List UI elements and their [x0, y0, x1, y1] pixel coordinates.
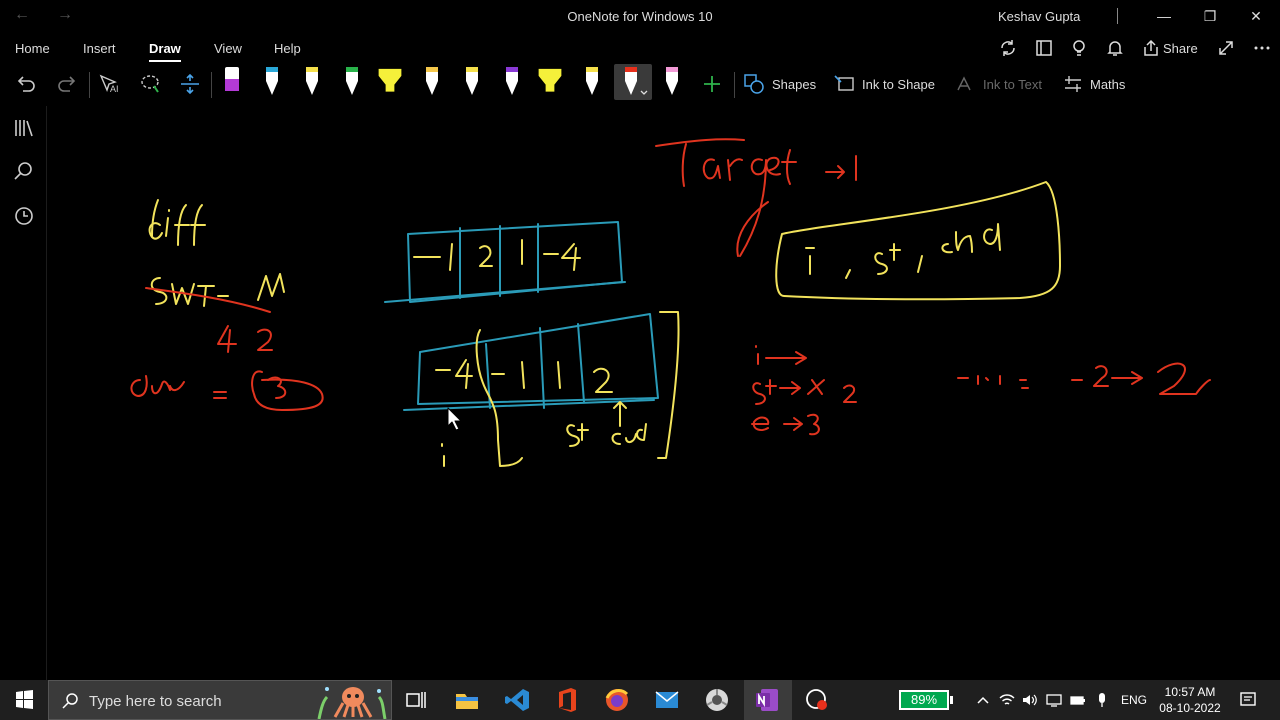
volume-icon[interactable]: [1020, 691, 1038, 709]
title-bar: ← → OneNote for Windows 10 Keshav Gupta …: [0, 0, 1280, 34]
tab-draw[interactable]: Draw: [149, 41, 181, 62]
redo-icon[interactable]: [55, 72, 79, 96]
maths-button[interactable]: Maths: [1090, 77, 1125, 92]
tab-insert[interactable]: Insert: [83, 41, 116, 56]
add-pen-icon[interactable]: [700, 72, 724, 96]
shapes-icon[interactable]: [742, 72, 766, 96]
note-canvas[interactable]: [48, 106, 1280, 680]
lasso-select-icon[interactable]: [138, 72, 162, 96]
share-button[interactable]: Share: [1163, 41, 1198, 56]
left-rail: [0, 106, 47, 680]
ink-callout-box: [775, 181, 1061, 301]
pen-green-icon[interactable]: [338, 64, 366, 100]
lightbulb-icon[interactable]: [1069, 38, 1089, 58]
system-clock[interactable]: 10:57 AM 08-10-2022: [1150, 684, 1230, 716]
tab-home[interactable]: Home: [15, 41, 50, 56]
ink-target: [655, 138, 857, 257]
search-icon[interactable]: [12, 159, 36, 183]
svg-text:AI: AI: [110, 84, 119, 94]
windows-taskbar: Type here to search 89% ENG 10:57 AM 08-…: [0, 680, 1280, 720]
ink-red-notes: [751, 345, 1211, 436]
pen-yellow-2-icon[interactable]: [418, 64, 446, 100]
octopus-search-highlight-icon: [317, 687, 387, 719]
onenote-icon[interactable]: [753, 686, 781, 714]
pen-violet-icon[interactable]: [498, 64, 526, 100]
toolbar-separator: [89, 72, 90, 98]
input-language[interactable]: ENG: [1121, 693, 1147, 707]
ink-struck-word: [150, 273, 285, 307]
notebooks-icon[interactable]: [12, 116, 36, 140]
chrome-canary-icon[interactable]: [703, 686, 731, 714]
wifi-icon[interactable]: [998, 691, 1016, 709]
battery-percent: 89%: [910, 692, 938, 707]
pen-pink-icon[interactable]: [658, 64, 686, 100]
tab-help[interactable]: Help: [274, 41, 301, 56]
pen-yellow-4-icon[interactable]: [578, 64, 606, 100]
ink-array-top: [384, 221, 626, 303]
taskbar-search-box[interactable]: Type here to search: [48, 680, 392, 720]
minimize-icon[interactable]: —: [1154, 6, 1174, 26]
shapes-button[interactable]: Shapes: [772, 77, 816, 92]
expand-icon[interactable]: [1216, 38, 1236, 58]
screen-recorder-icon[interactable]: [803, 686, 831, 714]
window-title: OneNote for Windows 10: [567, 9, 713, 24]
close-icon[interactable]: ✕: [1246, 6, 1266, 26]
toolbar-separator: [211, 72, 212, 98]
draw-toolbar: AI Shapes Ink to Shape Ink to Text Maths: [0, 62, 1280, 106]
title-separator: [1117, 8, 1118, 24]
page-view-icon[interactable]: [1034, 38, 1054, 58]
type-select-icon[interactable]: AI: [97, 72, 121, 96]
pen-blue-icon[interactable]: [258, 64, 286, 100]
ink-array-top-values: [413, 239, 581, 271]
recent-notes-icon[interactable]: [12, 204, 36, 228]
bell-icon[interactable]: [1105, 38, 1125, 58]
firefox-icon[interactable]: [603, 686, 631, 714]
ink-array-bottom-values: [435, 311, 680, 467]
ink-diff: [148, 199, 206, 246]
pen-red-icon[interactable]: [614, 64, 652, 100]
ink-to-shape-icon[interactable]: [833, 72, 857, 96]
maths-icon[interactable]: [1061, 72, 1085, 96]
restore-icon[interactable]: ❐: [1200, 6, 1220, 26]
highlighter-yellow-icon[interactable]: [376, 64, 404, 100]
add-space-icon[interactable]: [178, 72, 202, 96]
microphone-icon[interactable]: [1093, 691, 1111, 709]
display-icon[interactable]: [1045, 691, 1063, 709]
toolbar-separator: [734, 72, 735, 98]
user-name[interactable]: Keshav Gupta: [998, 9, 1080, 24]
sync-icon[interactable]: [998, 38, 1018, 58]
battery-indicator[interactable]: 89%: [899, 690, 953, 710]
pen-yellow-3-icon[interactable]: [458, 64, 486, 100]
notifications-icon[interactable]: [1238, 690, 1258, 710]
pen-purple-icon[interactable]: [218, 64, 246, 100]
ink-st-end: [441, 401, 647, 467]
ink-drawing: [130, 138, 1211, 467]
mail-icon[interactable]: [653, 686, 681, 714]
highlighter-yellow-2-icon[interactable]: [536, 64, 564, 100]
office-icon[interactable]: [553, 686, 581, 714]
pen-yellow-icon[interactable]: [298, 64, 326, 100]
ink-ans-3: [130, 370, 324, 411]
chevron-up-icon[interactable]: [974, 691, 992, 709]
ink-to-text-icon[interactable]: [954, 72, 978, 96]
ink-red-4-2: [217, 325, 273, 353]
search-placeholder: Type here to search: [89, 693, 222, 710]
share-icon[interactable]: [1141, 38, 1161, 58]
windows-start-icon[interactable]: [0, 680, 48, 720]
ink-array-bottom: [403, 313, 659, 411]
search-icon: [62, 693, 78, 709]
task-view-icon[interactable]: [402, 686, 430, 714]
file-explorer-icon[interactable]: [453, 686, 481, 714]
ink-to-text-button[interactable]: Ink to Text: [983, 77, 1042, 92]
battery-tray-icon[interactable]: [1069, 691, 1087, 709]
clock-date: 08-10-2022: [1159, 701, 1221, 715]
mouse-cursor-icon: [447, 407, 462, 431]
clock-time: 10:57 AM: [1164, 685, 1216, 699]
vscode-icon[interactable]: [503, 686, 531, 714]
ink-to-shape-button[interactable]: Ink to Shape: [862, 77, 935, 92]
tab-view[interactable]: View: [214, 41, 242, 56]
more-options-icon[interactable]: [1252, 38, 1272, 58]
undo-icon[interactable]: [14, 72, 38, 96]
